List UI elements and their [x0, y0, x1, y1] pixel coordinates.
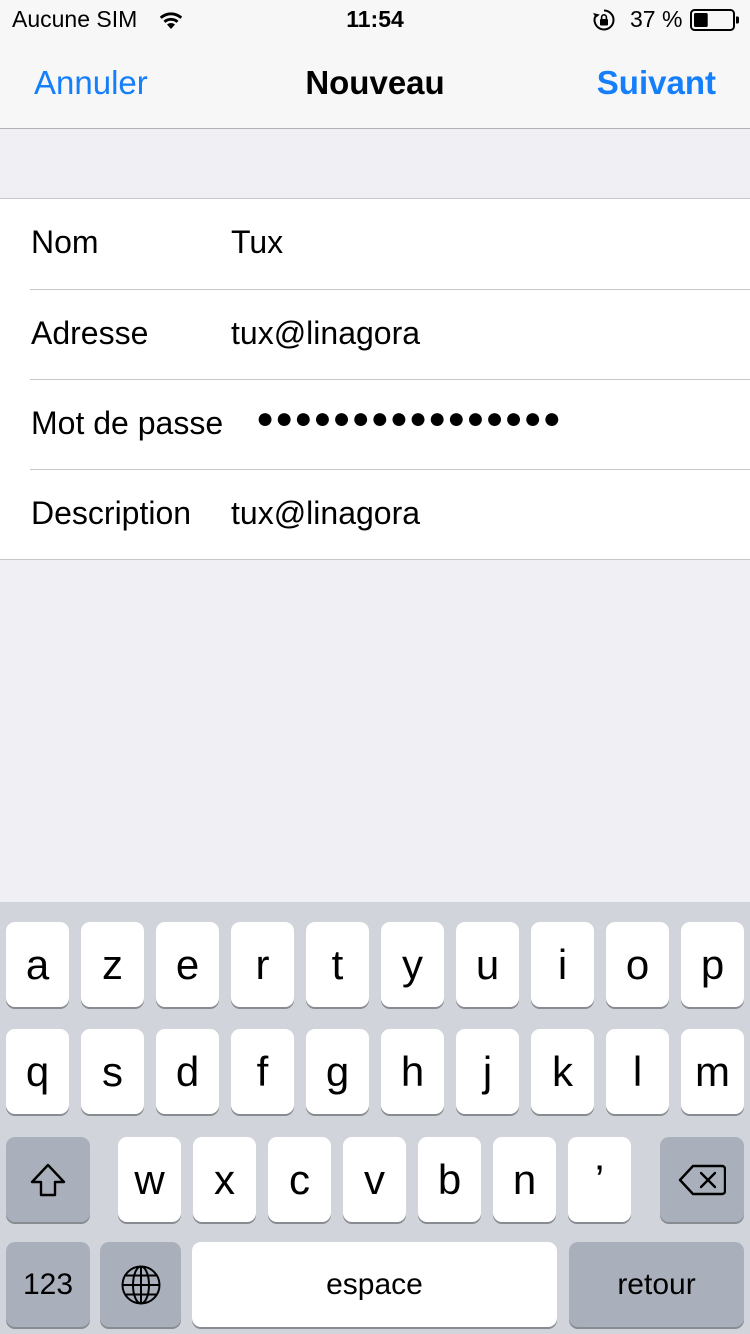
key-o[interactable]: o [606, 922, 669, 1007]
password-field[interactable]: ●●●●●●●●●●●●●●●● [256, 402, 562, 436]
navigation-bar: Annuler Nouveau Suivant [0, 40, 750, 129]
return-key[interactable]: retour [569, 1242, 744, 1327]
key-q[interactable]: q [6, 1029, 69, 1114]
shift-icon [30, 1163, 66, 1196]
description-row[interactable]: Description tux@linagora [30, 469, 750, 559]
name-label: Nom [31, 224, 99, 260]
key-v[interactable]: v [343, 1137, 406, 1222]
backspace-icon [678, 1164, 726, 1195]
key-i[interactable]: i [531, 922, 594, 1007]
description-field[interactable]: tux@linagora [231, 495, 420, 532]
key-d[interactable]: d [156, 1029, 219, 1114]
name-row[interactable]: Nom Tux [30, 199, 750, 289]
key-f[interactable]: f [231, 1029, 294, 1114]
key-t[interactable]: t [306, 922, 369, 1007]
description-label: Description [31, 495, 192, 531]
address-field[interactable]: tux@linagora [231, 315, 420, 352]
globe-key[interactable] [100, 1242, 181, 1327]
status-bar: Aucune SIM 11:54 37 % [0, 0, 750, 40]
key-u[interactable]: u [456, 922, 519, 1007]
numbers-key[interactable]: 123 [6, 1242, 90, 1327]
key-k[interactable]: k [531, 1029, 594, 1114]
battery-icon [690, 9, 739, 31]
next-button[interactable]: Suivant [597, 64, 716, 102]
key-w[interactable]: w [118, 1137, 181, 1222]
key-n[interactable]: n [493, 1137, 556, 1222]
rotation-lock-icon [593, 9, 615, 31]
backspace-key[interactable] [660, 1137, 744, 1222]
key-m[interactable]: m [681, 1029, 744, 1114]
key-z[interactable]: z [81, 922, 144, 1007]
key-p[interactable]: p [681, 922, 744, 1007]
key-a[interactable]: a [6, 922, 69, 1007]
key-b[interactable]: b [418, 1137, 481, 1222]
battery-percent: 37 % [630, 6, 683, 32]
name-field[interactable]: Tux [231, 224, 283, 261]
globe-icon [121, 1265, 160, 1304]
address-row[interactable]: Adresse tux@linagora [30, 289, 750, 379]
key-x[interactable]: x [193, 1137, 256, 1222]
key-g[interactable]: g [306, 1029, 369, 1114]
key-l[interactable]: l [606, 1029, 669, 1114]
key-s[interactable]: s [81, 1029, 144, 1114]
shift-key[interactable] [6, 1137, 90, 1222]
key-r[interactable]: r [231, 922, 294, 1007]
address-label: Adresse [31, 315, 149, 351]
key-c[interactable]: c [268, 1137, 331, 1222]
keyboard: a z e r t y u i o p q s d f g h j k l m … [0, 902, 750, 1334]
key-apostrophe[interactable]: ’ [568, 1137, 631, 1222]
account-form: Nom Tux Adresse tux@linagora Mot de pass… [0, 198, 750, 560]
password-row[interactable]: Mot de passe ●●●●●●●●●●●●●●●● [30, 379, 750, 469]
key-y[interactable]: y [381, 922, 444, 1007]
space-key[interactable]: espace [192, 1242, 557, 1327]
key-j[interactable]: j [456, 1029, 519, 1114]
password-label: Mot de passe [31, 405, 224, 441]
key-e[interactable]: e [156, 922, 219, 1007]
key-h[interactable]: h [381, 1029, 444, 1114]
